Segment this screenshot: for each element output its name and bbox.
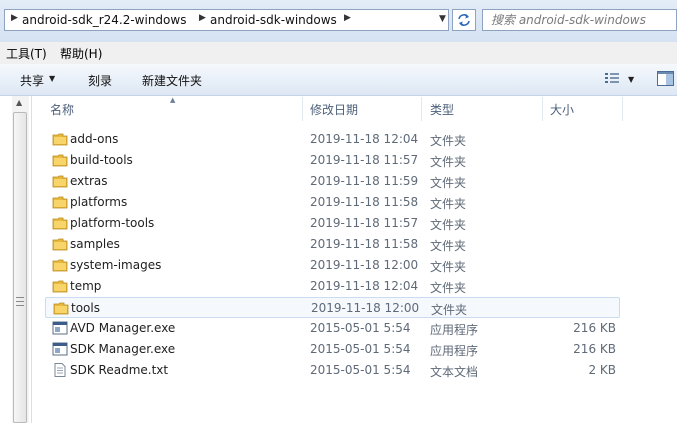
share-button[interactable]: 共享 [20, 72, 44, 89]
file-modified-date: 2019-11-18 11:57 [310, 153, 419, 167]
menu-help[interactable]: 帮助(H) [60, 45, 102, 62]
file-name: temp [70, 279, 102, 293]
column-divider[interactable] [302, 97, 303, 121]
file-type: 文件夹 [430, 239, 467, 253]
column-header-name[interactable]: 名称 [50, 101, 74, 118]
file-modified-date: 2019-11-18 11:57 [310, 216, 419, 230]
address-history-dropdown-icon[interactable]: ▼ [439, 14, 446, 24]
file-type: 文件夹 [431, 303, 468, 317]
file-name: tools [71, 301, 100, 315]
menu-tools[interactable]: 工具(T) [6, 45, 47, 62]
column-header-modified[interactable]: 修改日期 [310, 101, 358, 118]
burn-button[interactable]: 刻录 [88, 72, 112, 89]
file-type: 文件夹 [430, 155, 467, 169]
folder-icon [52, 258, 68, 272]
file-row[interactable]: SDK Readme.txt 2015-05-01 5:54 文本文档 2 KB [45, 360, 620, 381]
scrollbar-grip-icon [16, 297, 24, 306]
file-row[interactable]: add-ons 2019-11-18 12:04 文件夹 [45, 129, 620, 150]
search-box[interactable] [482, 9, 677, 31]
pane-divider[interactable] [31, 96, 32, 423]
file-name: build-tools [70, 153, 133, 167]
file-type: 应用程序 [430, 344, 479, 358]
column-divider[interactable] [542, 97, 543, 121]
file-row[interactable]: AVD Manager.exe 2015-05-01 5:54 应用程序 216 KB [45, 318, 620, 339]
file-modified-date: 2019-11-18 12:00 [310, 258, 419, 272]
view-options-icon[interactable] [604, 72, 620, 85]
breadcrumb-item[interactable]: android-sdk-windows [210, 13, 337, 27]
folder-icon [53, 301, 69, 315]
file-modified-date: 2015-05-01 5:54 [310, 321, 411, 335]
scrollbar-thumb[interactable] [13, 112, 27, 423]
address-bar: ▶ android-sdk_r24.2-windows ▶ android-sd… [0, 0, 677, 42]
file-name: AVD Manager.exe [70, 321, 176, 335]
file-name: SDK Manager.exe [70, 342, 176, 356]
search-input[interactable] [483, 10, 673, 30]
file-name: add-ons [70, 132, 119, 146]
file-modified-date: 2019-11-18 11:58 [310, 237, 419, 251]
column-divider[interactable] [421, 97, 422, 121]
file-modified-date: 2019-11-18 12:00 [311, 301, 420, 315]
file-modified-date: 2019-11-18 12:04 [310, 132, 419, 146]
file-name: platforms [70, 195, 128, 209]
file-type: 文件夹 [430, 176, 467, 190]
view-dropdown-icon[interactable]: ▼ [628, 75, 634, 84]
breadcrumb-chevron-icon[interactable]: ▶ [11, 13, 18, 23]
breadcrumb-chevron-icon[interactable]: ▶ [199, 13, 206, 23]
text-document-icon [52, 363, 68, 377]
file-type: 文件夹 [430, 218, 467, 232]
file-size: 216 KB [573, 342, 616, 356]
breadcrumb[interactable]: ▶ android-sdk_r24.2-windows ▶ android-sd… [4, 9, 449, 31]
file-modified-date: 2019-11-18 12:04 [310, 279, 419, 293]
file-name: system-images [70, 258, 162, 272]
file-type: 文本文档 [430, 365, 479, 379]
breadcrumb-chevron-icon[interactable]: ▶ [344, 13, 351, 23]
file-row[interactable]: temp 2019-11-18 12:04 文件夹 [45, 276, 620, 297]
file-modified-date: 2019-11-18 11:58 [310, 195, 419, 209]
new-folder-button[interactable]: 新建文件夹 [142, 72, 202, 89]
share-dropdown-icon[interactable]: ▼ [49, 74, 55, 83]
file-modified-date: 2015-05-01 5:54 [310, 342, 411, 356]
folder-icon [52, 237, 68, 251]
refresh-icon [458, 14, 470, 26]
file-modified-date: 2015-05-01 5:54 [310, 363, 411, 377]
file-row[interactable]: tools 2019-11-18 12:00 文件夹 [45, 297, 620, 318]
file-type: 文件夹 [430, 197, 467, 211]
folder-icon [52, 132, 68, 146]
file-size: 216 KB [573, 321, 616, 335]
file-row[interactable]: system-images 2019-11-18 12:00 文件夹 [45, 255, 620, 276]
application-icon [52, 342, 68, 356]
column-header-size[interactable]: 大小 [550, 101, 574, 118]
file-row[interactable]: platform-tools 2019-11-18 11:57 文件夹 [45, 213, 620, 234]
file-name: samples [70, 237, 120, 251]
scroll-up-arrow-icon[interactable]: ▲ [16, 98, 22, 107]
file-row[interactable]: platforms 2019-11-18 11:58 文件夹 [45, 192, 620, 213]
file-type: 文件夹 [430, 134, 467, 148]
file-modified-date: 2019-11-18 11:59 [310, 174, 419, 188]
file-size: 2 KB [588, 363, 616, 377]
folder-icon [52, 153, 68, 167]
file-row[interactable]: extras 2019-11-18 11:59 文件夹 [45, 171, 620, 192]
file-name: extras [70, 174, 108, 188]
breadcrumb-item[interactable]: android-sdk_r24.2-windows [22, 13, 186, 27]
file-row[interactable]: SDK Manager.exe 2015-05-01 5:54 应用程序 216 KB [45, 339, 620, 360]
column-divider[interactable] [622, 97, 623, 121]
folder-icon [52, 216, 68, 230]
folder-icon [52, 279, 68, 293]
file-type: 文件夹 [430, 281, 467, 295]
file-row[interactable]: build-tools 2019-11-18 11:57 文件夹 [45, 150, 620, 171]
folder-icon [52, 174, 68, 188]
column-header-type[interactable]: 类型 [430, 101, 454, 118]
menu-bar: 工具(T) 帮助(H) [0, 42, 677, 65]
command-bar: 共享 ▼ 刻录 新建文件夹 ▼ [0, 64, 677, 96]
preview-pane-icon[interactable] [657, 71, 674, 86]
sort-ascending-icon: ▲ [170, 96, 176, 104]
file-name: SDK Readme.txt [70, 363, 169, 377]
folder-icon [52, 195, 68, 209]
file-name: platform-tools [70, 216, 155, 230]
application-icon [52, 321, 68, 335]
file-type: 应用程序 [430, 323, 479, 337]
refresh-button[interactable] [452, 9, 476, 31]
file-type: 文件夹 [430, 260, 467, 274]
file-row[interactable]: samples 2019-11-18 11:58 文件夹 [45, 234, 620, 255]
